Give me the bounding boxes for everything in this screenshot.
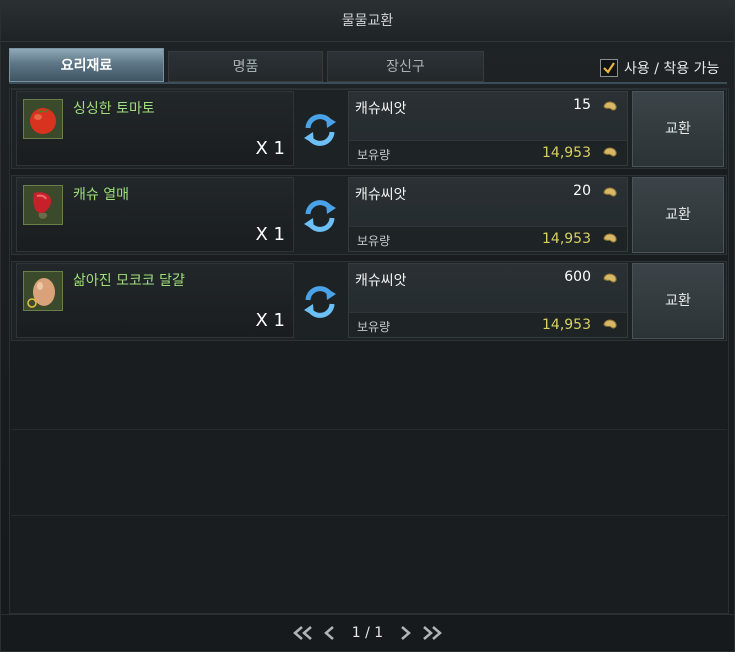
owned-bar: 보유량 14,953 — [349, 312, 627, 337]
owned-label: 보유량 — [357, 234, 391, 248]
item-name: 캐슈 열매 — [73, 187, 129, 203]
cost-panel: 캐슈씨앗 20 보유량 14,953 — [348, 177, 628, 252]
last-page-button[interactable] — [421, 622, 443, 644]
first-page-button[interactable] — [292, 622, 314, 644]
owned-label: 보유량 — [357, 320, 391, 334]
checkmark-icon — [603, 62, 615, 74]
cashew-seed-icon — [603, 319, 617, 329]
item-name: 삶아진 모코코 달걀 — [73, 273, 185, 289]
item-quantity: X 1 — [255, 138, 285, 159]
empty-row-divider — [11, 515, 727, 516]
exchange-button[interactable]: 교환 — [632, 91, 724, 167]
tab-accessories[interactable]: 장신구 — [327, 51, 484, 82]
cashew-seed-icon — [603, 101, 617, 111]
tab-cooking-ingredients[interactable]: 요리재료 — [9, 48, 164, 82]
exchange-row: 싱싱한 토마토 X 1 캐슈씨앗 15 보유량 14,953 교환 — [11, 89, 727, 169]
owned-bar: 보유량 14,953 — [349, 226, 627, 251]
egg-icon — [23, 271, 63, 311]
chevron-left-icon — [323, 626, 334, 640]
exchange-row: 캐슈 열매 X 1 캐슈씨앗 20 보유량 14,953 교환 — [11, 175, 727, 255]
item-name: 싱싱한 토마토 — [73, 101, 155, 117]
cashew-seed-icon — [603, 273, 617, 283]
tomato-icon — [23, 99, 63, 139]
swap-arrows-icon — [304, 286, 336, 318]
tab-luxury-goods[interactable]: 명품 — [168, 51, 323, 82]
double-chevron-right-icon — [423, 626, 443, 640]
usable-filter-checkbox[interactable] — [600, 59, 618, 77]
cost-amount: 20 — [573, 183, 591, 199]
cashew-seed-icon — [603, 147, 617, 157]
owned-label: 보유량 — [357, 148, 391, 162]
prev-page-button[interactable] — [318, 622, 340, 644]
owned-amount: 14,953 — [542, 231, 591, 247]
tab-underline — [9, 82, 727, 84]
item-quantity: X 1 — [255, 310, 285, 331]
empty-row-divider — [11, 429, 727, 430]
double-chevron-left-icon — [292, 626, 312, 640]
next-page-button[interactable] — [395, 622, 417, 644]
usable-filter-label: 사용 / 착용 가능 — [624, 61, 720, 77]
barter-window: 물물교환 요리재료 명품 장신구 사용 / 착용 가능 싱싱한 토마토 X 1 — [0, 0, 735, 652]
item-slot[interactable]: 삶아진 모코코 달걀 X 1 — [16, 263, 294, 338]
cost-amount: 15 — [573, 97, 591, 113]
swap-arrows-icon — [304, 200, 336, 232]
cashew-fruit-icon — [23, 185, 63, 225]
item-slot[interactable]: 캐슈 열매 X 1 — [16, 177, 294, 252]
pagination: 1 / 1 — [1, 614, 734, 651]
page-indicator: 1 / 1 — [351, 625, 384, 641]
exchange-button[interactable]: 교환 — [632, 177, 724, 253]
cost-amount: 600 — [564, 269, 591, 285]
swap-arrows-icon — [304, 114, 336, 146]
cost-currency-name: 캐슈씨앗 — [355, 273, 407, 289]
item-quantity: X 1 — [255, 224, 285, 245]
exchange-row: 삶아진 모코코 달걀 X 1 캐슈씨앗 600 보유량 14,953 교환 — [11, 261, 727, 341]
owned-bar: 보유량 14,953 — [349, 140, 627, 165]
window-title: 물물교환 — [1, 1, 734, 42]
item-slot[interactable]: 싱싱한 토마토 X 1 — [16, 91, 294, 166]
chevron-right-icon — [401, 626, 412, 640]
owned-amount: 14,953 — [542, 145, 591, 161]
cashew-seed-icon — [603, 233, 617, 243]
cost-currency-name: 캐슈씨앗 — [355, 187, 407, 203]
cost-panel: 캐슈씨앗 15 보유량 14,953 — [348, 91, 628, 166]
cost-panel: 캐슈씨앗 600 보유량 14,953 — [348, 263, 628, 338]
usable-filter-toggle[interactable]: 사용 / 착용 가능 — [600, 57, 719, 79]
owned-amount: 14,953 — [542, 317, 591, 333]
exchange-button[interactable]: 교환 — [632, 263, 724, 339]
cost-currency-name: 캐슈씨앗 — [355, 101, 407, 117]
cashew-seed-icon — [603, 187, 617, 197]
